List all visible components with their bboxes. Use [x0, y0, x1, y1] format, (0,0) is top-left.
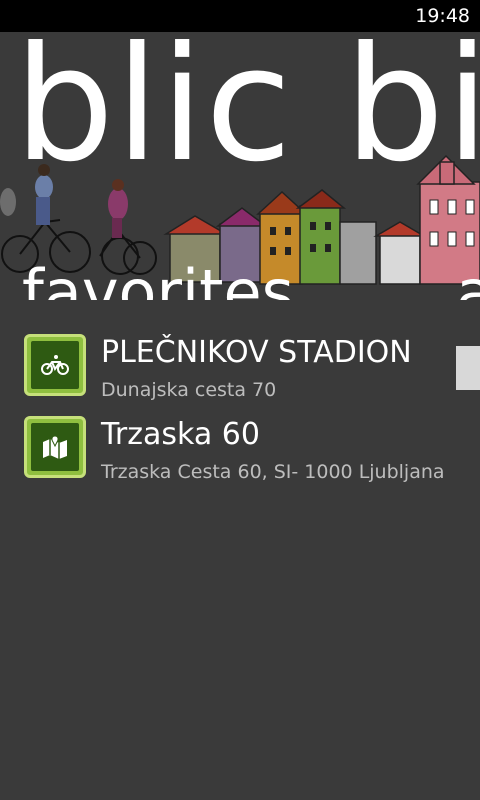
bicycle-icon [41, 355, 69, 375]
station-address: Dunajska cesta 70 [101, 379, 277, 401]
station-name: Trzaska 60 [101, 417, 260, 452]
list-item[interactable]: PLEČNIKOV STADION Dunajska cesta 70 [24, 334, 464, 404]
panorama-header: blic bi favorites a [0, 32, 480, 300]
map-icon [43, 435, 67, 459]
favorite-tile [24, 416, 86, 478]
favorite-tile [24, 334, 86, 396]
status-bar: 19:48 [0, 0, 480, 32]
next-panel-peek[interactable] [456, 346, 480, 390]
pivot-header-next[interactable]: a [456, 262, 480, 301]
station-name: PLEČNIKOV STADION [101, 335, 412, 370]
station-address: Trzaska Cesta 60, SI- 1000 Ljubljana [101, 461, 445, 483]
list-item[interactable]: Trzaska 60 Trzaska Cesta 60, SI- 1000 Lj… [24, 416, 464, 486]
clock: 19:48 [415, 5, 470, 27]
pivot-header-favorites[interactable]: favorites [22, 262, 294, 301]
